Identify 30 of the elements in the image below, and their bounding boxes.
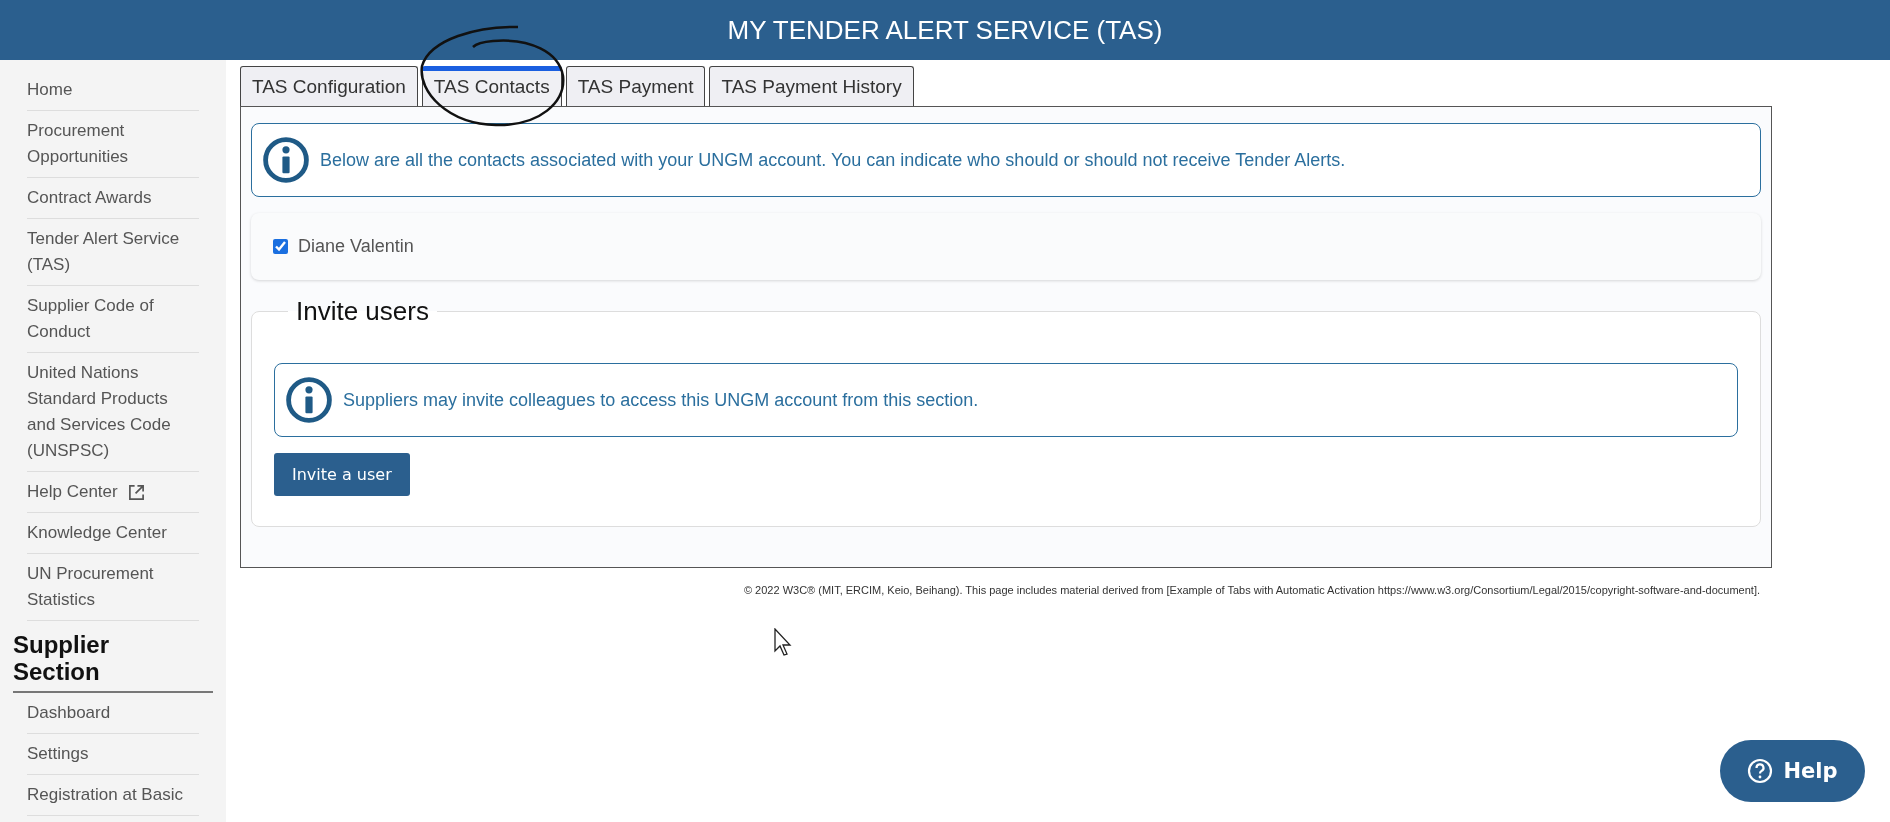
mouse-cursor-icon [774, 628, 792, 656]
section-title: Invite users [295, 296, 430, 327]
sidebar-item[interactable]: Supplier Code of Conduct [27, 286, 199, 353]
sidebar-item[interactable]: Tender Alert Service (TAS) [27, 219, 199, 286]
info-icon [285, 376, 333, 424]
info-icon [262, 136, 310, 184]
sidebar-item[interactable]: Procurement Opportunities [27, 111, 199, 178]
contact-name: Diane Valentin [298, 236, 414, 257]
help-button[interactable]: Help [1720, 740, 1865, 802]
sidebar-item[interactable]: Help Center [27, 472, 199, 513]
sidebar-item[interactable]: Knowledge Center [27, 513, 199, 554]
tab[interactable]: TAS Payment History [709, 66, 914, 106]
sidebar-item[interactable]: Home [27, 70, 199, 111]
page-title: MY TENDER ALERT SERVICE (TAS) [727, 14, 1163, 46]
copyright-text: © 2022 W3C® (MIT, ERCIM, Keio, Beihang). This page includes material derived from [Example of Tabs with Automatic Activation https://www.w3.org/Consortium/Legal/2015/copyright-software-and-document]. [742, 584, 1761, 596]
help-icon [1747, 758, 1774, 784]
sidebar-item[interactable]: Contract Awards [27, 178, 199, 219]
contact-checkbox[interactable] [273, 239, 288, 254]
sidebar-item[interactable]: Registration at Basic [27, 775, 199, 816]
info-text: Below are all the contacts associated with your UNGM account. You can indicate who should or should not receive Tender Alerts. [320, 149, 1346, 171]
sidebar-item[interactable]: Dashboard [27, 693, 199, 734]
tab[interactable]: TAS Payment [565, 66, 706, 106]
section-heading: Supplier Section [13, 631, 110, 685]
sidebar-item[interactable]: Settings [27, 734, 199, 775]
info-text: Suppliers may invite colleagues to access this UNGM account from this section. [343, 389, 979, 411]
sidebar-item[interactable]: UN Procurement Statistics [27, 554, 199, 621]
sidebar-item[interactable]: United Nations Standard Products and Services Code (UNSPSC) [27, 353, 199, 472]
tab[interactable]: TAS Configuration [240, 66, 418, 106]
invite-button[interactable]: Invite a user [274, 453, 410, 496]
tab[interactable]: TAS Contacts [421, 66, 562, 106]
